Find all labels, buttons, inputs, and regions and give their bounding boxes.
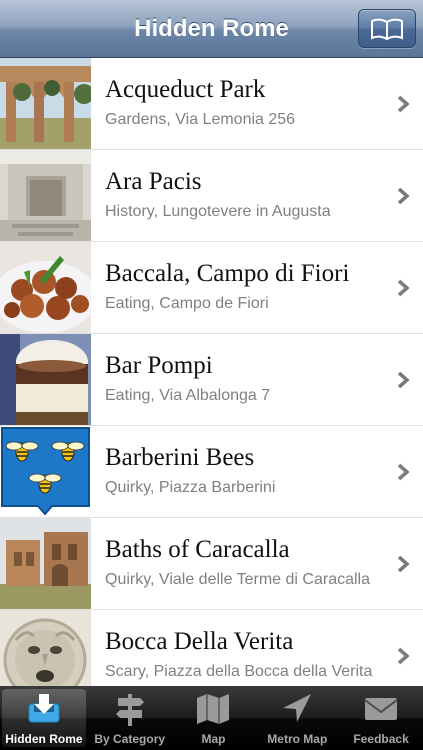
chevron-right-icon xyxy=(397,647,410,665)
chevron-right-icon xyxy=(397,187,410,205)
download-tray-icon xyxy=(28,694,60,723)
list-item-bocca-della-verita[interactable]: Bocca Della Verita Scary, Piazza della B… xyxy=(0,610,423,686)
tab-label: By Category xyxy=(94,732,166,746)
tab-metro-map[interactable]: Metro Map xyxy=(255,686,339,750)
navigation-arrow-icon xyxy=(283,694,312,722)
place-subtitle: Eating, Via Albalonga 7 xyxy=(105,387,271,404)
barberini-bees-thumbnail xyxy=(0,426,91,517)
bocca-della-verita-thumbnail xyxy=(0,610,91,686)
chevron-right-icon xyxy=(397,371,410,389)
tab-label: Hidden Rome xyxy=(5,732,83,746)
list-item-baths-of-caracalla[interactable]: Baths of Caracalla Quirky, Viale delle T… xyxy=(0,518,423,610)
list-item-ara-pacis[interactable]: Ara Pacis History, Lungotevere in August… xyxy=(0,150,423,242)
tab-label: Map xyxy=(201,732,226,746)
chevron-right-icon xyxy=(397,279,410,297)
open-book-icon xyxy=(371,18,403,40)
baccala-thumbnail xyxy=(0,242,91,333)
signpost-icon xyxy=(115,694,144,726)
acqueduct-park-thumbnail xyxy=(0,58,91,149)
tab-feedback[interactable]: Feedback xyxy=(339,686,423,750)
folded-map-icon xyxy=(197,694,230,724)
chevron-right-icon xyxy=(397,95,410,113)
place-subtitle: Quirky, Viale delle Terme di Caracalla xyxy=(105,571,371,588)
place-title: Bocca Della Verita xyxy=(105,628,294,655)
place-title: Bar Pompi xyxy=(105,352,213,379)
chevron-right-icon xyxy=(397,555,410,573)
ara-pacis-thumbnail xyxy=(0,150,91,241)
places-list: Acqueduct Park Gardens, Via Lemonia 256 … xyxy=(0,58,423,686)
place-title: Baths of Caracalla xyxy=(105,536,290,563)
tab-map[interactable]: Map xyxy=(172,686,256,750)
place-subtitle: Eating, Campo de Fiori xyxy=(105,295,269,312)
navigation-bar: Hidden Rome xyxy=(0,0,423,58)
place-subtitle: Scary, Piazza della Bocca della Verita xyxy=(105,663,373,680)
chevron-right-icon xyxy=(397,463,410,481)
envelope-icon xyxy=(364,698,398,720)
list-item-acqueduct-park[interactable]: Acqueduct Park Gardens, Via Lemonia 256 xyxy=(0,58,423,150)
tab-hidden-rome[interactable]: Hidden Rome xyxy=(2,689,86,747)
tab-label: Feedback xyxy=(353,732,409,746)
place-title: Ara Pacis xyxy=(105,168,202,195)
bar-pompi-thumbnail xyxy=(0,334,91,425)
guide-book-button[interactable] xyxy=(358,9,416,48)
place-title: Baccala, Campo di Fiori xyxy=(105,260,350,287)
list-item-barberini-bees[interactable]: Barberini Bees Quirky, Piazza Barberini xyxy=(0,426,423,518)
list-item-bar-pompi[interactable]: Bar Pompi Eating, Via Albalonga 7 xyxy=(0,334,423,426)
place-title: Acqueduct Park xyxy=(105,76,266,103)
tab-bar: Hidden Rome By Category Map Metro Map Fe… xyxy=(0,686,423,750)
tab-by-category[interactable]: By Category xyxy=(88,686,172,750)
place-subtitle: History, Lungotevere in Augusta xyxy=(105,203,331,220)
place-title: Barberini Bees xyxy=(105,444,255,471)
baths-of-caracalla-thumbnail xyxy=(0,518,91,609)
list-item-baccala[interactable]: Baccala, Campo di Fiori Eating, Campo de… xyxy=(0,242,423,334)
place-subtitle: Quirky, Piazza Barberini xyxy=(105,479,276,496)
tab-label: Metro Map xyxy=(267,732,328,746)
place-subtitle: Gardens, Via Lemonia 256 xyxy=(105,111,296,128)
